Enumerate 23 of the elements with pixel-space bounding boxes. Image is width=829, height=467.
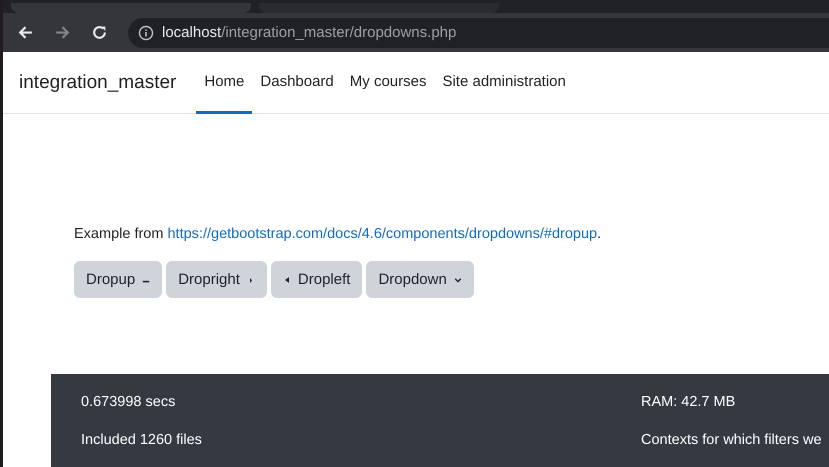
footer-text: 0.673998 secs (81, 394, 176, 410)
site-name[interactable]: integration_master (19, 72, 176, 94)
nav-link[interactable]: My courses (342, 52, 434, 114)
chevron-down-icon (454, 276, 462, 284)
nav-link[interactable]: Dashboard (252, 52, 342, 114)
back-arrow-icon[interactable] (17, 24, 34, 41)
dropdown-button[interactable]: Dropup (74, 261, 162, 298)
reload-icon[interactable] (91, 24, 108, 41)
address-bar[interactable]: localhost/integration_master/dropdowns.php (128, 18, 829, 48)
dropdown-button[interactable]: Dropdown (366, 261, 474, 298)
url-text: localhost/integration_master/dropdowns.php (162, 24, 456, 41)
nav-link[interactable]: Site administration (434, 52, 574, 114)
dropdown-button[interactable]: Dropright (166, 261, 267, 298)
footer-text: Contexts for which filters we (641, 432, 822, 448)
forward-arrow-icon[interactable] (54, 24, 71, 41)
footer-text: Included 1260 files (81, 432, 203, 448)
footer-text: RAM: 42.7 MB (641, 394, 736, 410)
nav-link[interactable]: Home (196, 52, 252, 114)
intro-text: Example from https://getbootstrap.com/docs/4.6/components/dropdowns/#dropup. (74, 226, 602, 242)
info-icon[interactable] (138, 24, 154, 40)
docs-link[interactable]: https://getbootstrap.com/docs/4.6/components/dropdowns/#dropup (167, 226, 598, 242)
caret-left-icon (282, 276, 291, 284)
dropdown-button[interactable]: Dropleft (270, 261, 362, 298)
